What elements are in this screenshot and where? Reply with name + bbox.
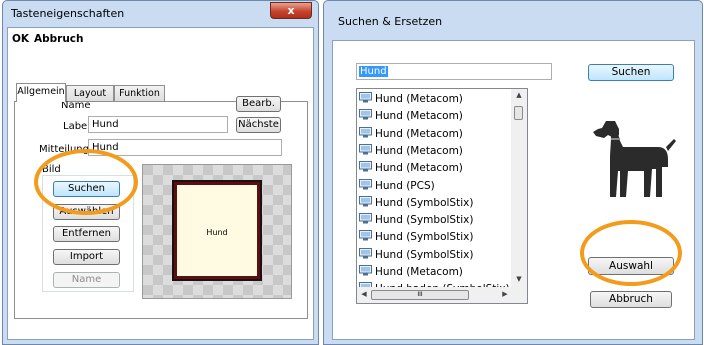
card-label: Hund xyxy=(206,228,228,237)
list-item[interactable]: Hund (Metacom) xyxy=(359,264,463,281)
computer-symbol-icon xyxy=(359,195,372,207)
title-bar: Suchen & Ersetzen xyxy=(324,1,702,28)
list-item-label: Hund (SymbolStix) xyxy=(375,248,474,261)
vertical-scrollbar[interactable]: ▲ ▼ xyxy=(511,89,527,287)
menu-cancel[interactable]: Abbruch xyxy=(34,33,84,45)
computer-symbol-icon xyxy=(359,230,372,241)
list-item[interactable]: Hund (Metacom) xyxy=(359,126,463,143)
list-item-label: Hund (SymbolStix) xyxy=(375,196,474,209)
dialog-client-area: OK Abbruch Allgemein Layout Funktion Nam… xyxy=(7,27,314,340)
computer-symbol-icon xyxy=(359,213,372,224)
close-icon: x xyxy=(287,4,295,17)
edit-button[interactable]: Bearb. xyxy=(236,96,281,112)
label-label: Label xyxy=(63,121,90,132)
highlight-ring-auswahl xyxy=(580,220,682,286)
list-item[interactable]: Hund (SymbolStix) xyxy=(359,212,473,229)
message-label: Mitteilung xyxy=(39,144,89,155)
list-item[interactable]: Hund (Metacom) xyxy=(359,143,463,160)
search-button[interactable]: Suchen xyxy=(53,181,120,197)
image-group-label: Bild xyxy=(42,164,61,175)
results-list[interactable]: Hund (Metacom) Hund (Metacom) Hund (Metaco… xyxy=(356,88,528,304)
tab-funktion[interactable]: Funktion xyxy=(114,85,165,102)
select-button[interactable]: Auswählen xyxy=(53,204,120,220)
search-button[interactable]: Suchen xyxy=(588,64,674,81)
image-preview: Hund xyxy=(142,164,292,299)
scroll-left-arrow-icon[interactable]: ◀ xyxy=(359,290,369,298)
window-title: Suchen & Ersetzen xyxy=(338,15,443,28)
dog-icon xyxy=(593,121,676,197)
computer-symbol-icon xyxy=(359,126,372,138)
horizontal-scrollbar[interactable]: ◀ III ▶ xyxy=(357,287,527,303)
list-item[interactable]: Hund (Metacom) xyxy=(359,108,463,125)
search-input[interactable]: Hund xyxy=(356,63,552,80)
list-item-label: Hund (Metacom) xyxy=(375,144,463,157)
window-title: Tasteneigenschaften xyxy=(11,7,125,20)
list-item-label: Hund (SymbolStix) xyxy=(375,214,474,227)
scroll-right-arrow-icon[interactable]: ▶ xyxy=(500,290,510,298)
list-item[interactable]: Hund (Metacom) xyxy=(359,160,463,177)
list-item[interactable]: Hund (Metacom) xyxy=(359,91,463,108)
search-input-selection: Hund xyxy=(359,66,388,77)
close-button[interactable]: x xyxy=(270,2,312,19)
name-button[interactable]: Name xyxy=(53,272,120,288)
list-item-label: Hund (Metacom) xyxy=(375,162,463,175)
scroll-down-arrow-icon[interactable]: ▼ xyxy=(511,275,527,283)
tasteneigenschaften-window: Tasteneigenschaften x OK Abbruch Allgeme… xyxy=(2,0,319,345)
computer-symbol-icon xyxy=(359,178,372,189)
computer-symbol-icon xyxy=(359,161,372,172)
vertical-scroll-thumb[interactable] xyxy=(514,106,523,120)
menu-ok[interactable]: OK xyxy=(12,33,29,45)
scroll-up-arrow-icon[interactable]: ▲ xyxy=(511,91,527,99)
tab-allgemein[interactable]: Allgemein xyxy=(16,83,66,102)
horizontal-scroll-thumb[interactable]: III xyxy=(371,290,469,300)
list-item[interactable]: Hund (SymbolStix) xyxy=(359,247,473,264)
list-item-label: Hund (Metacom) xyxy=(375,93,463,105)
message-input[interactable]: Hund xyxy=(88,139,282,156)
cancel-button[interactable]: Abbruch xyxy=(590,291,672,308)
suchen-ersetzen-window: Suchen & Ersetzen Hund Suchen Hund (Meta… xyxy=(323,0,703,345)
computer-symbol-icon xyxy=(359,143,372,155)
list-item-label: Hund (SymbolStix) xyxy=(375,231,474,244)
dialog-client-area: Hund Suchen Hund (Metacom) Hund (Metacom)… xyxy=(332,40,695,340)
list-item[interactable]: Hund (PCS) xyxy=(359,178,435,195)
select-button[interactable]: Auswahl xyxy=(588,257,674,275)
computer-symbol-icon xyxy=(359,265,372,276)
remove-button[interactable]: Entfernen xyxy=(53,226,120,242)
import-button[interactable]: Import xyxy=(53,249,120,265)
title-bar: Tasteneigenschaften x xyxy=(3,1,318,27)
computer-symbol-icon xyxy=(359,247,372,259)
computer-symbol-icon xyxy=(359,92,372,103)
list-item-label: Hund (Metacom) xyxy=(375,266,463,278)
list-item[interactable]: Hund (SymbolStix) xyxy=(359,195,473,212)
button-preview-card: Hund xyxy=(174,182,260,279)
computer-symbol-icon xyxy=(359,109,372,120)
list-item-label: Hund (Metacom) xyxy=(375,127,463,140)
list-item-label: Hund (Metacom) xyxy=(375,110,463,123)
list-item-label: Hund (PCS) xyxy=(375,179,435,192)
label-input[interactable]: Hund xyxy=(88,116,228,133)
list-item[interactable]: Hund (SymbolStix) xyxy=(359,229,473,246)
next-button[interactable]: Nächste xyxy=(236,117,281,133)
